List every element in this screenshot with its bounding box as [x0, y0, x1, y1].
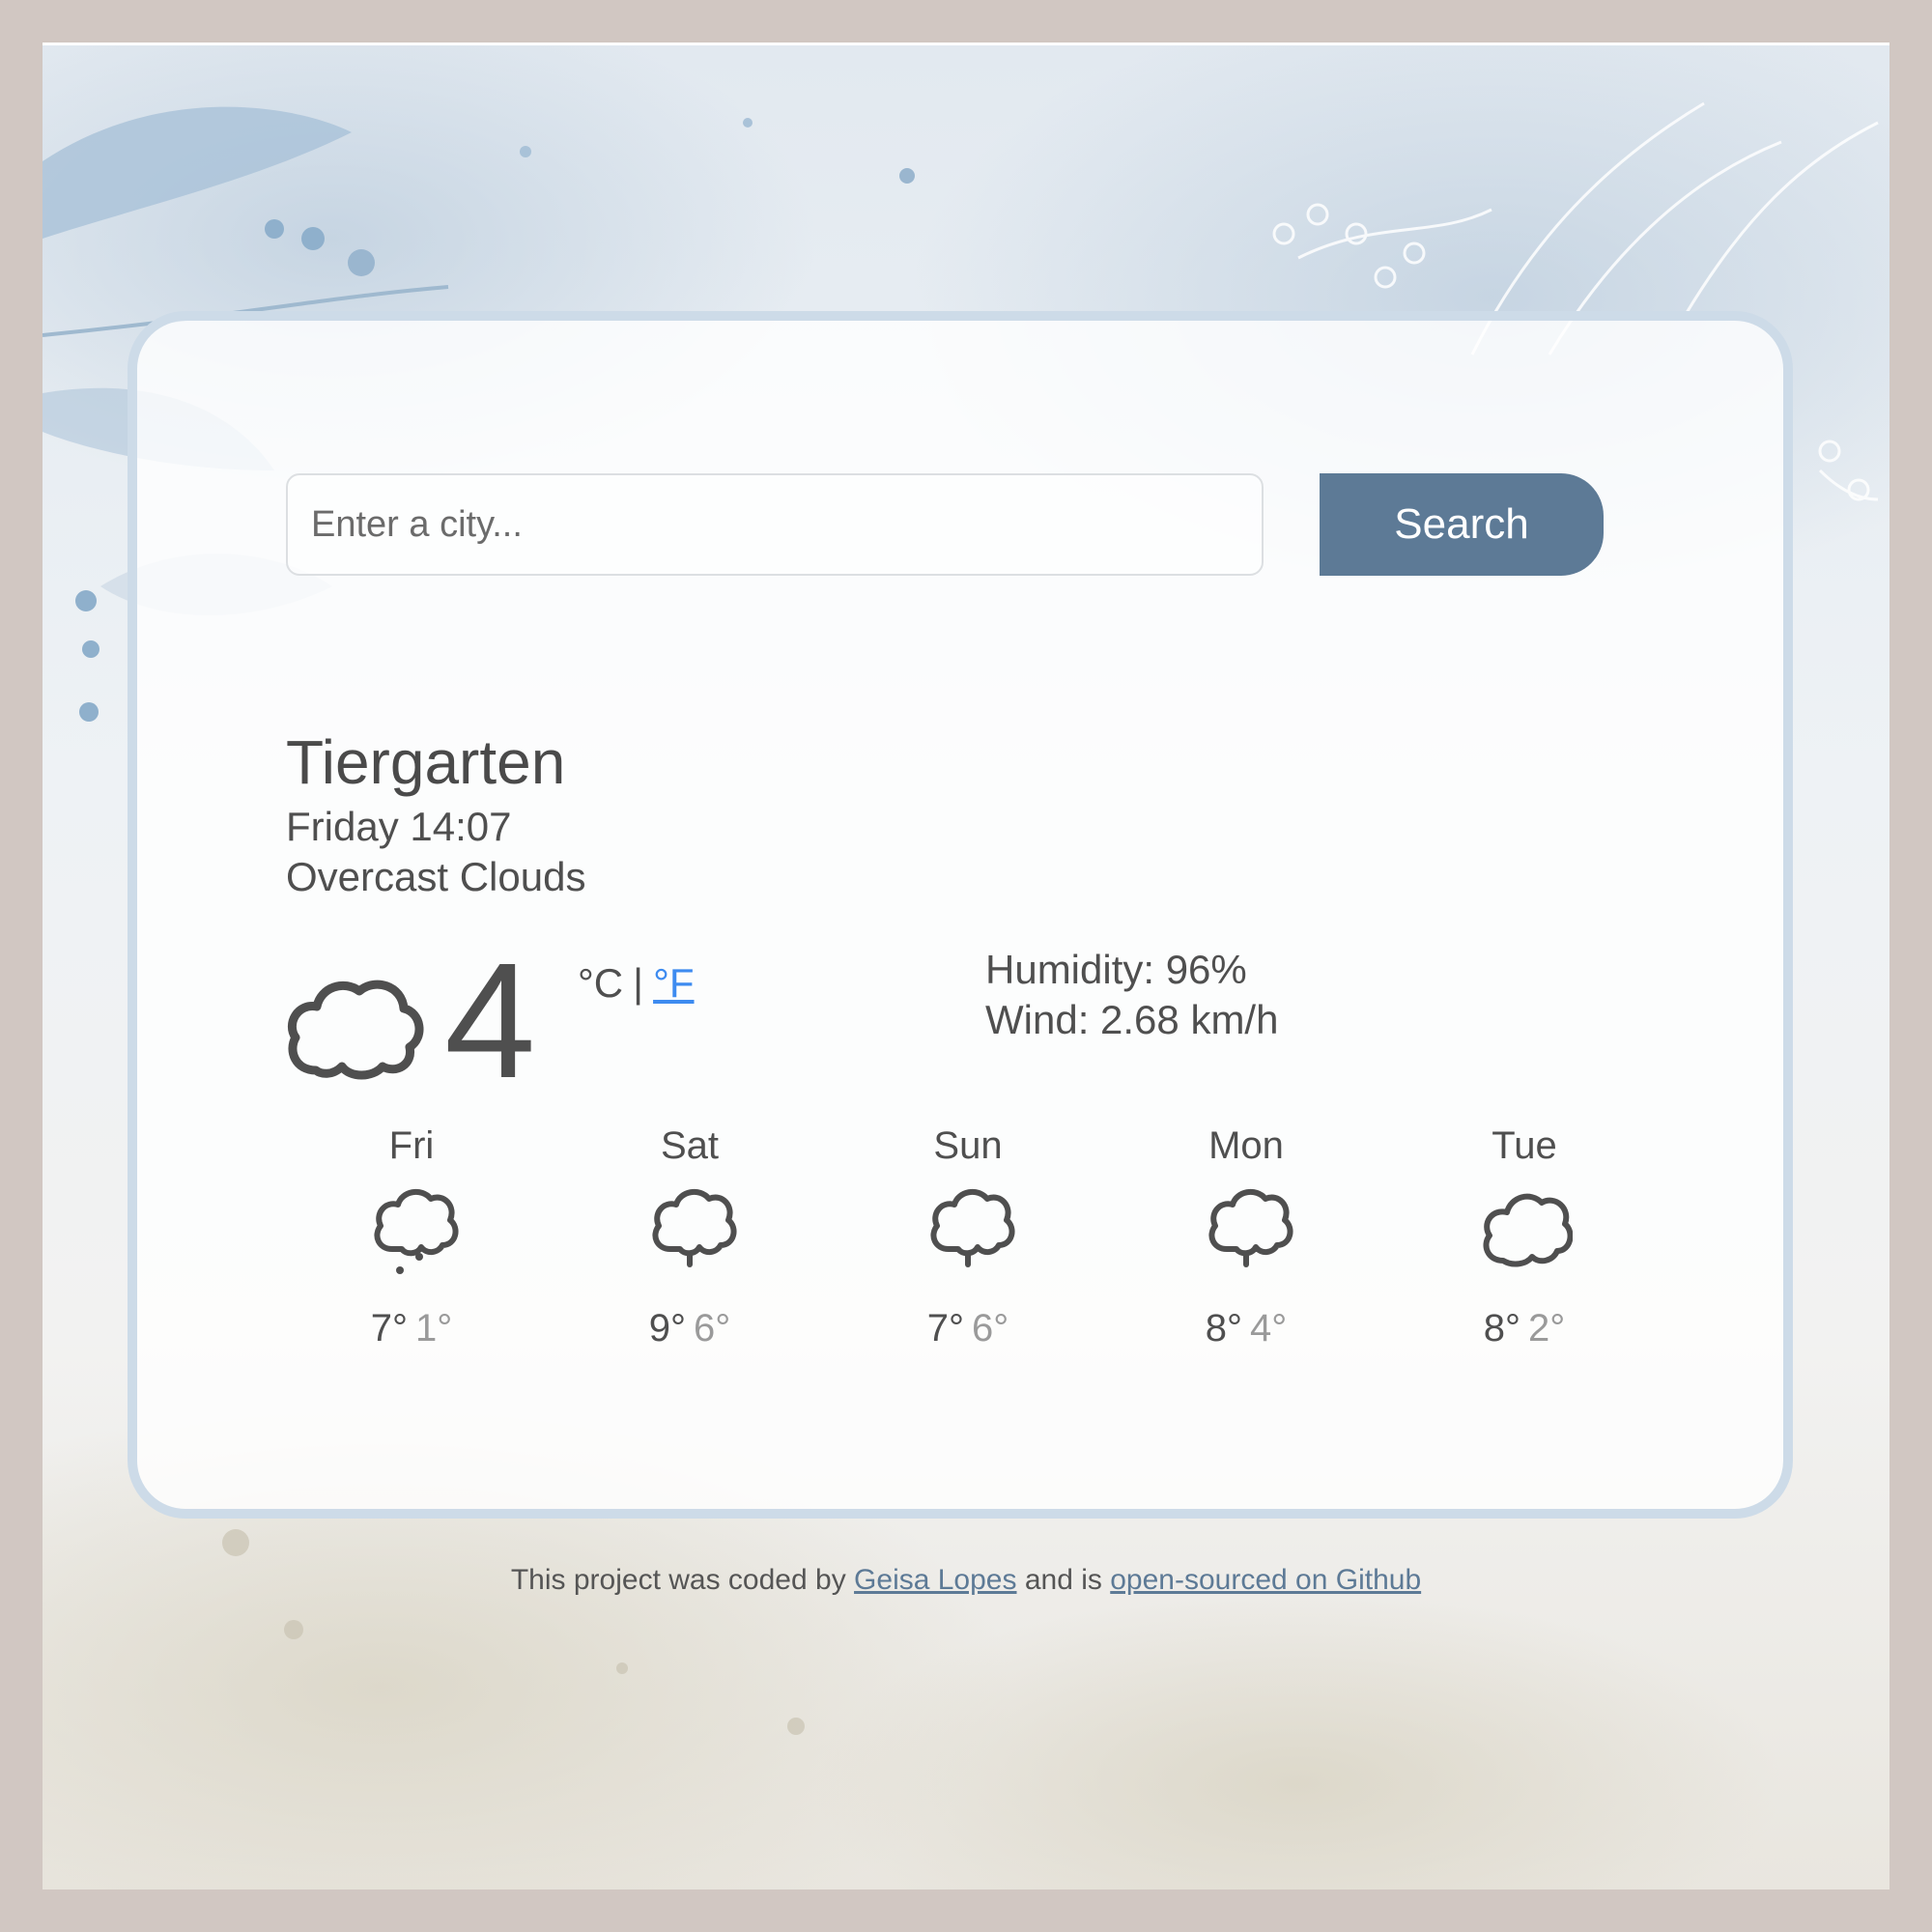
forecast-max-temp: 8°	[1483, 1307, 1520, 1350]
github-link[interactable]: open-sourced on Github	[1110, 1564, 1421, 1596]
forecast-day-name: Sun	[933, 1124, 1003, 1167]
forecast-day-sat: Sat 9° 6°	[574, 1124, 806, 1350]
unit-separator: |	[633, 960, 644, 1006]
current-temperature: 4	[444, 929, 536, 1113]
forecast-min-temp: 2°	[1528, 1307, 1566, 1350]
forecast-temps: 8° 4°	[1130, 1307, 1362, 1350]
city-name: Tiergarten	[286, 727, 566, 797]
cloud-drizzle-icon	[930, 1188, 1015, 1267]
footer-prefix: This project was coded by	[510, 1564, 846, 1596]
forecast-day-name: Mon	[1208, 1124, 1284, 1167]
unit-toggle: °C | °F	[578, 960, 695, 1007]
forecast-list: Fri 7° 1° Sat 9° 6° Sun 7° 6° Mon 8° 4° …	[296, 1124, 1687, 1376]
weather-card: Search Tiergarten Friday 14:07 Overcast …	[128, 311, 1793, 1519]
forecast-max-temp: 9°	[648, 1307, 686, 1350]
weather-description: Overcast Clouds	[286, 854, 586, 899]
forecast-min-temp: 4°	[1250, 1307, 1288, 1350]
page-footer: This project was coded by Geisa Lopes an…	[43, 1564, 1889, 1597]
cloud-drizzle-icon	[652, 1188, 737, 1267]
forecast-temps: 9° 6°	[574, 1307, 806, 1350]
wind-text: Wind: 2.68 km/h	[985, 997, 1279, 1042]
current-datetime: Friday 14:07	[286, 804, 512, 849]
forecast-day-sun: Sun 7° 6°	[852, 1124, 1084, 1350]
forecast-min-temp: 6°	[694, 1307, 731, 1350]
search-button[interactable]: Search	[1320, 473, 1604, 576]
forecast-temps: 7° 6°	[852, 1307, 1084, 1350]
forecast-day-name: Tue	[1492, 1124, 1557, 1167]
forecast-max-temp: 7°	[370, 1307, 408, 1350]
forecast-day-fri: Fri 7° 1°	[296, 1124, 527, 1350]
celsius-unit: °C	[578, 960, 624, 1006]
search-form: Search	[286, 473, 1638, 578]
humidity-text: Humidity: 96%	[985, 947, 1247, 992]
author-link[interactable]: Geisa Lopes	[854, 1564, 1016, 1596]
fahrenheit-link[interactable]: °F	[653, 960, 694, 1006]
forecast-max-temp: 7°	[926, 1307, 964, 1350]
forecast-temps: 8° 2°	[1408, 1307, 1640, 1350]
forecast-max-temp: 8°	[1205, 1307, 1242, 1350]
forecast-day-name: Fri	[388, 1124, 435, 1167]
app-window: Search Tiergarten Friday 14:07 Overcast …	[43, 43, 1889, 1889]
forecast-day-mon: Mon 8° 4°	[1130, 1124, 1362, 1350]
forecast-temps: 7° 1°	[296, 1307, 527, 1350]
forecast-day-name: Sat	[660, 1124, 720, 1167]
cloud-icon	[287, 980, 424, 1080]
cloud-drizzle-icon	[1208, 1188, 1293, 1267]
forecast-min-temp: 1°	[415, 1307, 453, 1350]
cloud-rain-icon	[374, 1188, 459, 1274]
city-search-input[interactable]	[286, 473, 1264, 576]
forecast-day-tue: Tue 8° 2°	[1408, 1124, 1640, 1350]
footer-middle: and is	[1024, 1564, 1102, 1596]
cloud-icon	[1483, 1193, 1573, 1267]
forecast-min-temp: 6°	[972, 1307, 1009, 1350]
